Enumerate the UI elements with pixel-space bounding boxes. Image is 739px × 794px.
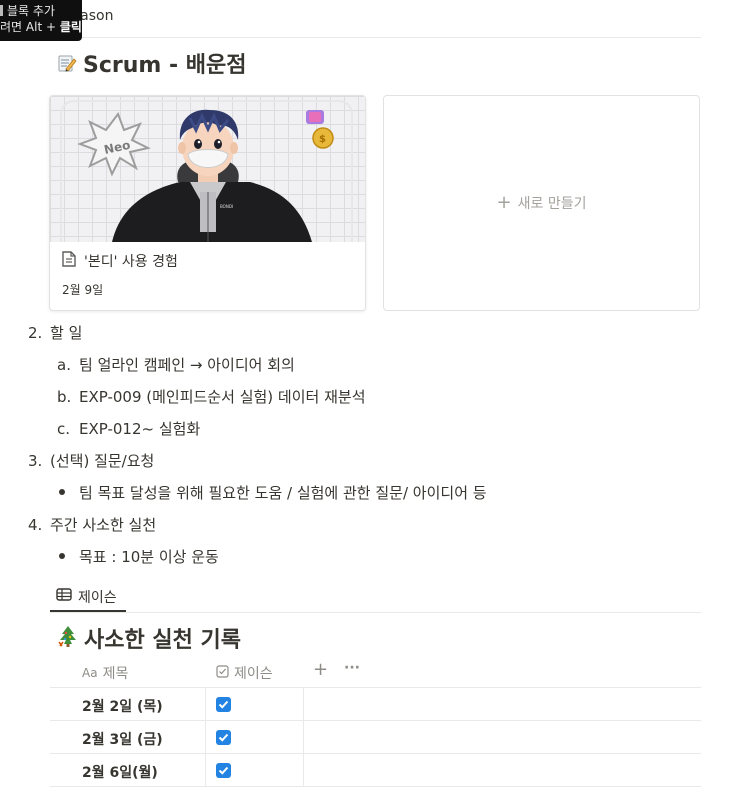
add-property-button[interactable]: +: [313, 659, 328, 680]
checkbox-cell: [205, 688, 304, 720]
new-card-button[interactable]: + 새로 만들기: [383, 95, 700, 311]
divider: [50, 37, 701, 38]
more-options-button[interactable]: ···: [344, 660, 360, 676]
check-icon: [218, 733, 229, 742]
database-title: 사소한 실천 기록: [58, 622, 241, 654]
table-header: Aa 제목 제이슨 + ···: [50, 655, 701, 688]
new-card-label: 새로 만들기: [517, 196, 587, 212]
tooltip: 블록 추가 려면 Alt + 클릭: [0, 0, 82, 41]
tab-jeison[interactable]: 제이슨: [50, 583, 126, 612]
card-date: 2월 9일: [62, 283, 104, 297]
bullet-icon: [59, 488, 65, 495]
card-title: '본디' 사용 경험: [62, 251, 178, 271]
memo-icon: [57, 53, 77, 73]
page-icon: [62, 251, 76, 271]
divider: [50, 612, 701, 613]
list-item: 4. 주간 사소한 실천: [28, 516, 157, 534]
gallery-card[interactable]: Neo $ BONDI '본디' 사용 경험 2월 9일: [49, 95, 366, 311]
checkbox-cell: [205, 721, 304, 753]
checkbox[interactable]: [216, 697, 231, 712]
column-header-checkbox[interactable]: 제이슨: [216, 663, 273, 683]
check-icon: [218, 766, 229, 775]
list-item: 팀 목표 달성을 위해 필요한 도움 / 실험에 관한 질문/ 아이디어 등: [59, 482, 487, 503]
list-item: 목표 : 10분 이상 운동: [59, 546, 219, 567]
list-item: a. 팀 얼라인 캠페인 → 아이디어 회의: [57, 356, 295, 374]
checkbox-property-icon: [216, 664, 229, 682]
list-item: c. EXP-012~ 실험화: [57, 420, 201, 438]
row-title[interactable]: 2월 6일(월): [82, 762, 158, 782]
checkbox-cell: [205, 754, 304, 786]
christmas-tree-icon: [58, 625, 78, 651]
table-row[interactable]: 2월 2일 (목): [50, 688, 701, 721]
checkbox[interactable]: [216, 730, 231, 745]
check-icon: [218, 700, 229, 709]
list-item: b. EXP-009 (메인피드순서 실험) 데이터 재분석: [57, 388, 366, 406]
table-icon: [56, 588, 72, 605]
card-title-text: '본디' 사용 경험: [84, 254, 178, 270]
card-cover-image: Neo $ BONDI: [50, 96, 365, 242]
list-item: 2. 할 일: [28, 324, 83, 342]
table-row[interactable]: 2월 3일 (금): [50, 721, 701, 754]
checkbox[interactable]: [216, 763, 231, 778]
tooltip-line-1: 블록 추가: [0, 3, 82, 19]
text-property-icon: Aa: [82, 666, 98, 680]
row-title[interactable]: 2월 3일 (금): [82, 729, 163, 749]
block-icon: [0, 5, 3, 16]
row-title[interactable]: 2월 2일 (목): [82, 696, 163, 716]
column-header-title[interactable]: Aa 제목: [82, 663, 128, 683]
tooltip-line-2: 려면 Alt + 클릭: [0, 20, 82, 34]
avatar-illustration: Neo $ BONDI: [77, 109, 334, 242]
list-item: 3. (선택) 질문/요청: [28, 452, 155, 470]
table-row[interactable]: 2월 6일(월): [50, 754, 701, 787]
plus-icon: +: [496, 192, 512, 213]
bullet-icon: [59, 552, 65, 559]
svg-text:BONDI: BONDI: [220, 204, 233, 209]
svg-text:$: $: [319, 134, 326, 145]
page-title: Scrum - 배운점: [57, 47, 247, 79]
